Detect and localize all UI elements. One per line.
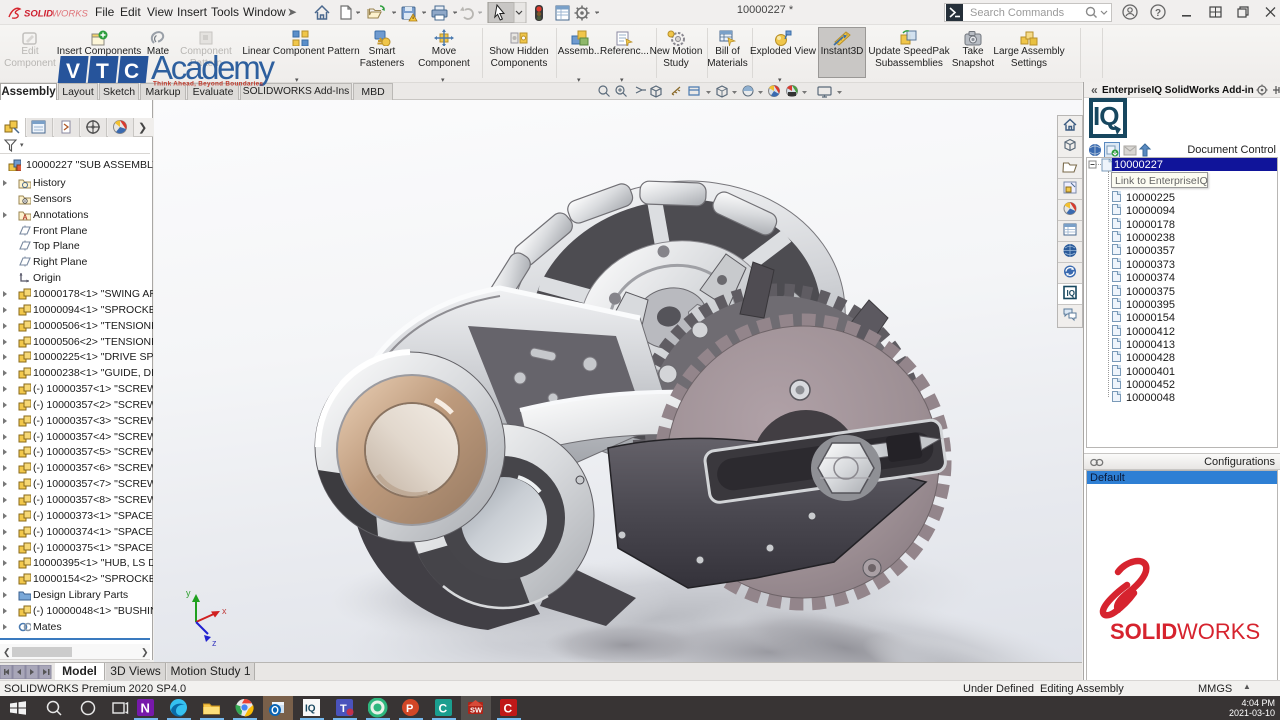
svg-text:T: T xyxy=(96,60,109,83)
svg-text:SW: SW xyxy=(470,706,483,715)
svg-text:C: C xyxy=(504,702,513,716)
svg-text:SOLID: SOLID xyxy=(24,9,53,20)
svg-text:x: x xyxy=(222,606,227,616)
svg-text:WORKS: WORKS xyxy=(1177,619,1260,644)
svg-text:z: z xyxy=(212,638,217,648)
svg-text:C: C xyxy=(439,702,448,716)
svg-text:V: V xyxy=(66,60,80,83)
svg-text:T: T xyxy=(340,703,347,715)
svg-text:SOLID: SOLID xyxy=(1110,619,1177,644)
svg-text:WORKS: WORKS xyxy=(52,9,89,20)
svg-text:?: ? xyxy=(1155,8,1161,19)
svg-text:IQ: IQ xyxy=(305,704,316,715)
svg-text:IQ: IQ xyxy=(1067,289,1075,298)
svg-text:A: A xyxy=(23,214,28,221)
svg-text:C: C xyxy=(124,60,139,83)
svg-text:Think Ahead, Beyond Boundaries: Think Ahead, Beyond Boundaries xyxy=(153,81,263,88)
svg-text:N: N xyxy=(141,701,150,716)
svg-text:y: y xyxy=(186,588,191,598)
svg-text:P: P xyxy=(406,703,413,715)
